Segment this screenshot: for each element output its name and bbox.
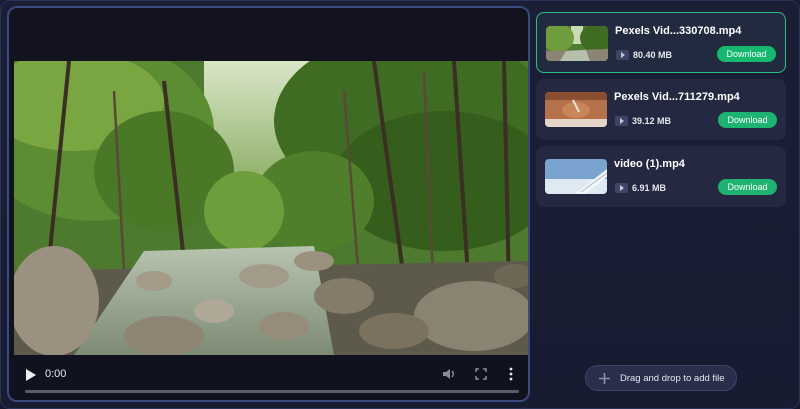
add-file-label: Drag and drop to add file [620, 373, 725, 384]
video-frame[interactable] [14, 61, 528, 355]
add-file-dropzone[interactable]: Drag and drop to add file [585, 365, 737, 391]
file-card[interactable]: video (1).mp4 6.91 MB Download [536, 146, 786, 207]
file-list: Pexels Vid...330708.mp4 80.40 MB Downloa… [536, 12, 786, 213]
forest-stream-video-still [14, 61, 528, 355]
download-button[interactable]: Download [718, 179, 777, 195]
file-size: 80.40 MB [633, 50, 673, 60]
video-player[interactable]: 0:00 [7, 6, 530, 402]
app-window: 0:00 Pexels Vid...330708.mp4 80.40 MB Do… [0, 0, 800, 409]
play-icon[interactable] [25, 368, 37, 382]
video-thumbnail [545, 92, 607, 127]
download-button[interactable]: Download [718, 112, 777, 128]
file-name: video (1).mp4 [614, 158, 685, 170]
forest-thumbnail-image [546, 26, 608, 61]
video-thumbnail [546, 26, 608, 61]
airplane-wing-thumbnail-image [545, 159, 607, 194]
player-controls: 0:00 [9, 355, 528, 400]
plus-icon [599, 373, 610, 384]
download-button[interactable]: Download [717, 46, 776, 62]
video-file-icon [615, 183, 628, 193]
file-size: 39.12 MB [632, 116, 672, 126]
video-thumbnail [545, 159, 607, 194]
fullscreen-icon[interactable] [475, 368, 487, 380]
pottery-thumbnail-image [545, 92, 607, 127]
file-card[interactable]: Pexels Vid...330708.mp4 80.40 MB Downloa… [536, 12, 786, 73]
file-name: Pexels Vid...330708.mp4 [615, 25, 742, 37]
volume-icon[interactable] [442, 367, 456, 381]
video-file-icon [615, 116, 628, 126]
file-card[interactable]: Pexels Vid...711279.mp4 39.12 MB Downloa… [536, 79, 786, 140]
more-options-icon[interactable] [508, 367, 514, 381]
progress-bar[interactable] [25, 390, 519, 393]
current-time: 0:00 [45, 368, 67, 380]
file-name: Pexels Vid...711279.mp4 [614, 91, 740, 103]
video-file-icon [616, 50, 629, 60]
file-size: 6.91 MB [632, 183, 667, 193]
